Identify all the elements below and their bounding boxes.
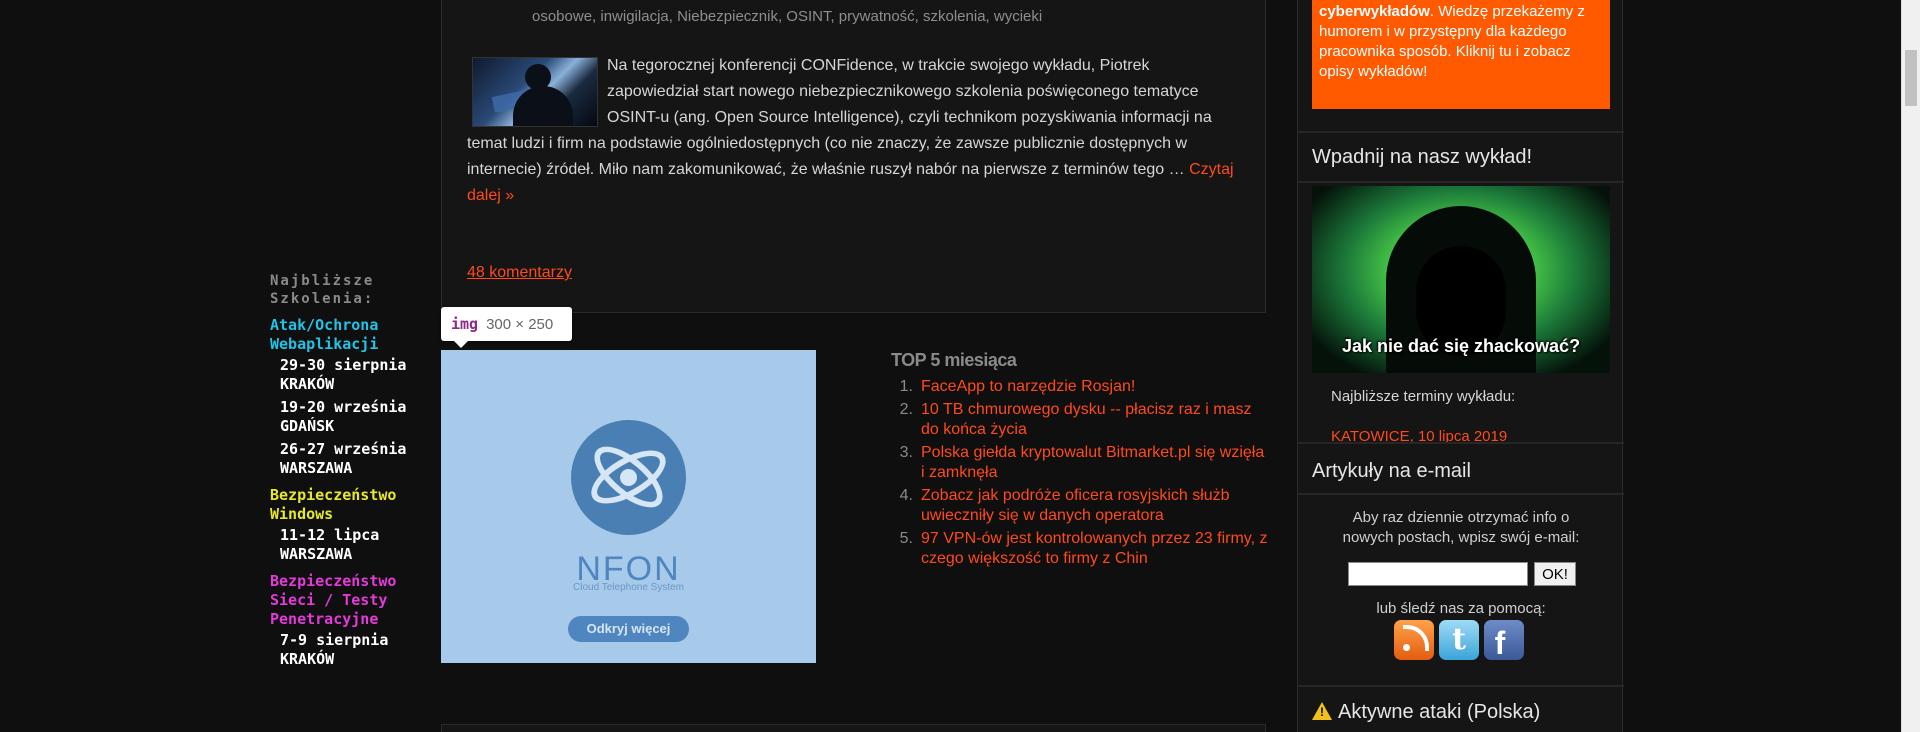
follow-text: lub śledź nas za pomocą:: [1376, 600, 1546, 617]
training-date[interactable]: 11-12 lipca WARSZAWA: [280, 526, 430, 564]
top5-item: 3. Polska giełda kryptowalut Bitmarket.pl…: [891, 443, 1271, 483]
page-scrollbar[interactable]: [1901, 0, 1920, 732]
email-submit-button[interactable]: OK!: [1534, 562, 1576, 586]
top5-item: 4. Zobacz jak podróże oficera rosyjskich …: [891, 486, 1271, 526]
training-date[interactable]: 29-30 sierpnia KRAKÓW: [280, 356, 430, 394]
nfon-logo-icon: [571, 420, 686, 535]
article-card: osobowe, inwigilacja, Niebezpiecznik, OS…: [441, 0, 1266, 313]
top5-item: 5. 97 VPN-ów jest kontrolowanych przez 23…: [891, 529, 1271, 569]
divider: [1298, 181, 1624, 183]
training-date[interactable]: 19-20 września GDAŃSK: [280, 398, 430, 436]
top5-item-number: 3.: [899, 444, 913, 461]
email-heading: Artykuły na e-mail: [1312, 460, 1471, 482]
inspector-tooltip: img 300 × 250: [441, 307, 572, 348]
top5-item-link[interactable]: Zobacz jak podróże oficera rosyjskich sł…: [921, 486, 1271, 526]
training-list: Najbliższe Szkolenia: Atak/Ochrona Webap…: [270, 272, 430, 669]
top5-list: 1. FaceApp to narzędzie Rosjan! 2. 10 TB ch…: [891, 377, 1271, 569]
divider: [1298, 685, 1624, 687]
top5-item-number: 2.: [899, 401, 913, 418]
top5-item: 2. 10 TB chmurowego dysku -- płacisz raz …: [891, 400, 1271, 440]
promo-bold: cyberwykładów: [1319, 3, 1430, 20]
twitter-icon[interactable]: t: [1439, 620, 1479, 660]
attacks-heading-row: Aktywne ataki (Polska): [1312, 700, 1540, 724]
top5-item-number: 4.: [899, 487, 913, 504]
email-input[interactable]: [1348, 562, 1528, 586]
top5-item-number: 1.: [899, 378, 913, 395]
training-date[interactable]: 26-27 września WARSZAWA: [280, 440, 430, 478]
comments-link[interactable]: 48 komentarzy: [467, 264, 572, 282]
nfon-ad-banner[interactable]: NFON Cloud Telephone System Odkryj więce…: [441, 350, 816, 663]
next-article-card: [441, 724, 1266, 732]
top5-item-number: 5.: [899, 530, 913, 547]
article-excerpt: Na tegorocznej konferencji CONFidence, w…: [467, 53, 1237, 209]
top5-widget: TOP 5 miesiąca 1. FaceApp to narzędzie Ro…: [891, 350, 1271, 572]
ad-tagline: Cloud Telephone System: [573, 582, 684, 593]
lecture-image-caption: Jak nie dać się zhackować?: [1341, 336, 1581, 356]
top5-item-link[interactable]: Polska giełda kryptowalut Bitmarket.pl s…: [921, 443, 1271, 483]
social-icons: t f: [1394, 620, 1524, 661]
top5-item-link[interactable]: 10 TB chmurowego dysku -- płacisz raz i …: [921, 400, 1271, 440]
top5-item: 1. FaceApp to narzędzie Rosjan!: [891, 377, 1271, 397]
facebook-icon[interactable]: f: [1484, 620, 1524, 661]
rss-icon[interactable]: [1394, 620, 1434, 660]
next-dates-label: Najbliższe terminy wykładu:: [1331, 388, 1516, 405]
divider: [1298, 442, 1624, 444]
top5-item-link[interactable]: FaceApp to narzędzie Rosjan!: [921, 377, 1135, 397]
attacks-heading: Aktywne ataki (Polska): [1338, 701, 1541, 723]
training-categories: Atak/Ochrona Webaplikacji 29-30 sierpnia …: [270, 316, 430, 669]
tooltip-size: 300 × 250: [486, 316, 554, 333]
training-category-title[interactable]: Bezpieczeństwo Windows: [270, 486, 430, 524]
right-sidebar: cyberwykładów. Wiedzę przekażemy z humor…: [1297, 0, 1624, 732]
training-header: Najbliższe Szkolenia:: [270, 273, 375, 307]
divider: [1298, 493, 1624, 495]
top5-title: TOP 5 miesiąca: [891, 350, 1017, 370]
article-tags[interactable]: osobowe, inwigilacja, Niebezpiecznik, OS…: [532, 8, 1042, 25]
divider: [1298, 131, 1624, 133]
tooltip-tag: img: [451, 315, 479, 333]
lecture-heading: Wpadnij na nasz wykład!: [1312, 146, 1533, 168]
email-form: OK!: [1348, 562, 1578, 586]
training-date[interactable]: 7-9 sierpnia KRAKÓW: [280, 631, 430, 669]
top5-item-link[interactable]: 97 VPN-ów jest kontrolowanych przez 23 f…: [921, 529, 1271, 569]
email-description: Aby raz dziennie otrzymać info o nowych …: [1342, 509, 1580, 546]
main-column: osobowe, inwigilacja, Niebezpiecznik, OS…: [441, 0, 1266, 313]
warning-icon: [1312, 702, 1332, 720]
ad-cta-button[interactable]: Odkryj więcej: [568, 616, 689, 642]
training-category-title[interactable]: Atak/Ochrona Webaplikacji: [270, 316, 430, 354]
cyberlecture-promo[interactable]: cyberwykładów. Wiedzę przekażemy z humor…: [1312, 0, 1610, 109]
scrollbar-thumb[interactable]: [1905, 50, 1917, 106]
lecture-image[interactable]: Jak nie dać się zhackować?: [1312, 186, 1610, 373]
training-category-title[interactable]: Bezpieczeństwo Sieci / Testy Penetracyjn…: [270, 572, 430, 629]
